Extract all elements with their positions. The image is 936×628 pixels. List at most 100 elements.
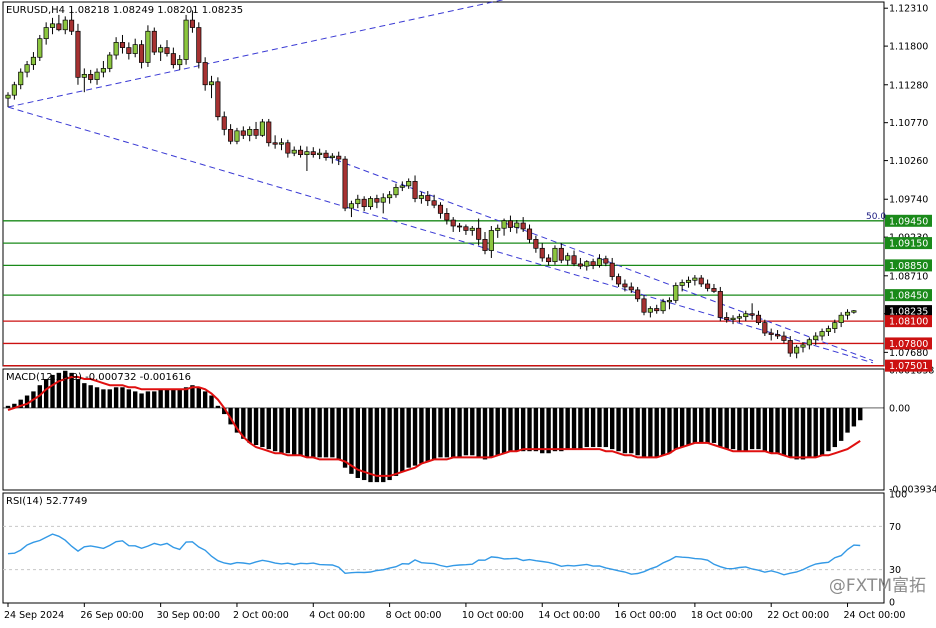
macd-histogram-bar [610, 407, 615, 450]
candle-body [565, 255, 571, 261]
rsi-panel-header: RSI(14) 52.7749 [6, 496, 87, 507]
candle-body [743, 313, 749, 318]
candle-body [145, 30, 151, 63]
macd-histogram-bar [654, 407, 659, 458]
candle-body [654, 308, 660, 312]
candle-body [724, 317, 730, 321]
candle-body [298, 149, 304, 155]
candle-body [49, 23, 56, 28]
time-axis-label: 16 Oct 00:00 [615, 610, 677, 621]
price-tag-label: 1.07800 [889, 339, 928, 350]
macd-histogram-bar [546, 407, 551, 454]
macd-histogram-bar [826, 407, 831, 452]
macd-panel-header: MACD(12,26,9) -0.000732 -0.001616 [6, 372, 191, 383]
candle-body [412, 181, 418, 199]
candle-body [552, 247, 558, 263]
macd-histogram-bar [126, 389, 132, 408]
candle-body [539, 247, 545, 259]
macd-histogram-bar [304, 407, 310, 458]
macd-histogram-bar [196, 387, 201, 408]
candle-body [698, 277, 704, 285]
candle-body [450, 219, 456, 227]
macd-histogram-bar [838, 407, 844, 441]
candle-body [310, 151, 316, 155]
candle-body [113, 42, 119, 56]
macd-histogram-bar [565, 407, 570, 450]
candle-body [11, 84, 17, 96]
macd-histogram-bar [552, 407, 558, 452]
macd-histogram-bar [718, 407, 723, 448]
candle-body [558, 247, 564, 261]
candle-body [501, 220, 507, 229]
candle-body [266, 121, 272, 144]
candle-body [469, 227, 475, 231]
candle-body [240, 130, 246, 136]
candle-body [813, 335, 819, 341]
candle-body [800, 344, 806, 348]
macd-histogram-bar [603, 407, 609, 448]
macd-histogram-bar [807, 407, 812, 458]
candle-body [361, 198, 367, 208]
candle-body [62, 19, 68, 31]
candle-body [37, 38, 43, 58]
candle-body [514, 222, 520, 228]
candle-body [603, 258, 609, 264]
candle-body [348, 203, 354, 209]
macd-histogram-bar [311, 407, 316, 458]
candle-body [755, 314, 762, 323]
candle-body [825, 328, 831, 332]
candle-body [183, 19, 189, 60]
macd-histogram-bar [641, 407, 647, 458]
candle-body [406, 181, 412, 187]
macd-histogram-bar [285, 407, 291, 454]
candle-body [374, 198, 380, 203]
macd-histogram-bar [858, 407, 863, 421]
macd-histogram-bar [635, 407, 640, 456]
candle-body [705, 283, 711, 289]
macd-histogram-bar [769, 407, 774, 454]
candle-body [590, 261, 596, 266]
candle-body [208, 81, 215, 86]
candle-body [367, 198, 374, 208]
chart-canvas[interactable]: 1.12310 1.11800 1.11280 1.10770 1.10260 1.097… [0, 0, 936, 624]
candle-body [762, 322, 768, 334]
candle-body [304, 151, 310, 155]
candle-body [132, 44, 138, 54]
macd-histogram-bar [171, 389, 176, 408]
candle-body [81, 74, 87, 78]
candle-body [520, 222, 526, 230]
price-axis-label: 1.08710 [889, 271, 928, 282]
candle-body [628, 286, 634, 291]
candle-body [272, 142, 278, 145]
macd-histogram-bar [101, 389, 106, 408]
candle-body [546, 257, 552, 263]
candle-body [533, 239, 539, 249]
candle-body [278, 142, 285, 145]
macd-histogram-bar [489, 407, 494, 458]
macd-histogram-bar [94, 387, 100, 408]
candle-body [711, 288, 717, 292]
candle-body [342, 158, 348, 209]
candle-body [609, 262, 615, 277]
rsi-panel[interactable] [2, 492, 885, 604]
watermark-logo: @FXTM富拓 [828, 576, 926, 596]
candle-body [329, 155, 335, 158]
macd-histogram-bar [88, 385, 93, 408]
macd-histogram-bar [387, 407, 392, 481]
macd-histogram-bar [781, 407, 787, 456]
candle-body [787, 340, 793, 354]
candle-body [488, 230, 494, 251]
mt4-chart-window[interactable]: 1.12310 1.11800 1.11280 1.10770 1.10260 1.097… [0, 0, 936, 624]
macd-histogram-bar [724, 407, 729, 450]
fib-level-label: 50.0 [866, 212, 886, 222]
candle-body [380, 197, 386, 203]
candle-body [679, 282, 685, 286]
macd-histogram-bar [158, 389, 163, 408]
macd-histogram-bar [540, 407, 545, 454]
macd-histogram-bar [393, 407, 399, 476]
candle-body [30, 56, 36, 66]
macd-histogram-bar [667, 407, 672, 454]
candle-body [94, 71, 100, 80]
macd-histogram-bar [476, 407, 481, 458]
macd-histogram-bar [463, 407, 469, 456]
